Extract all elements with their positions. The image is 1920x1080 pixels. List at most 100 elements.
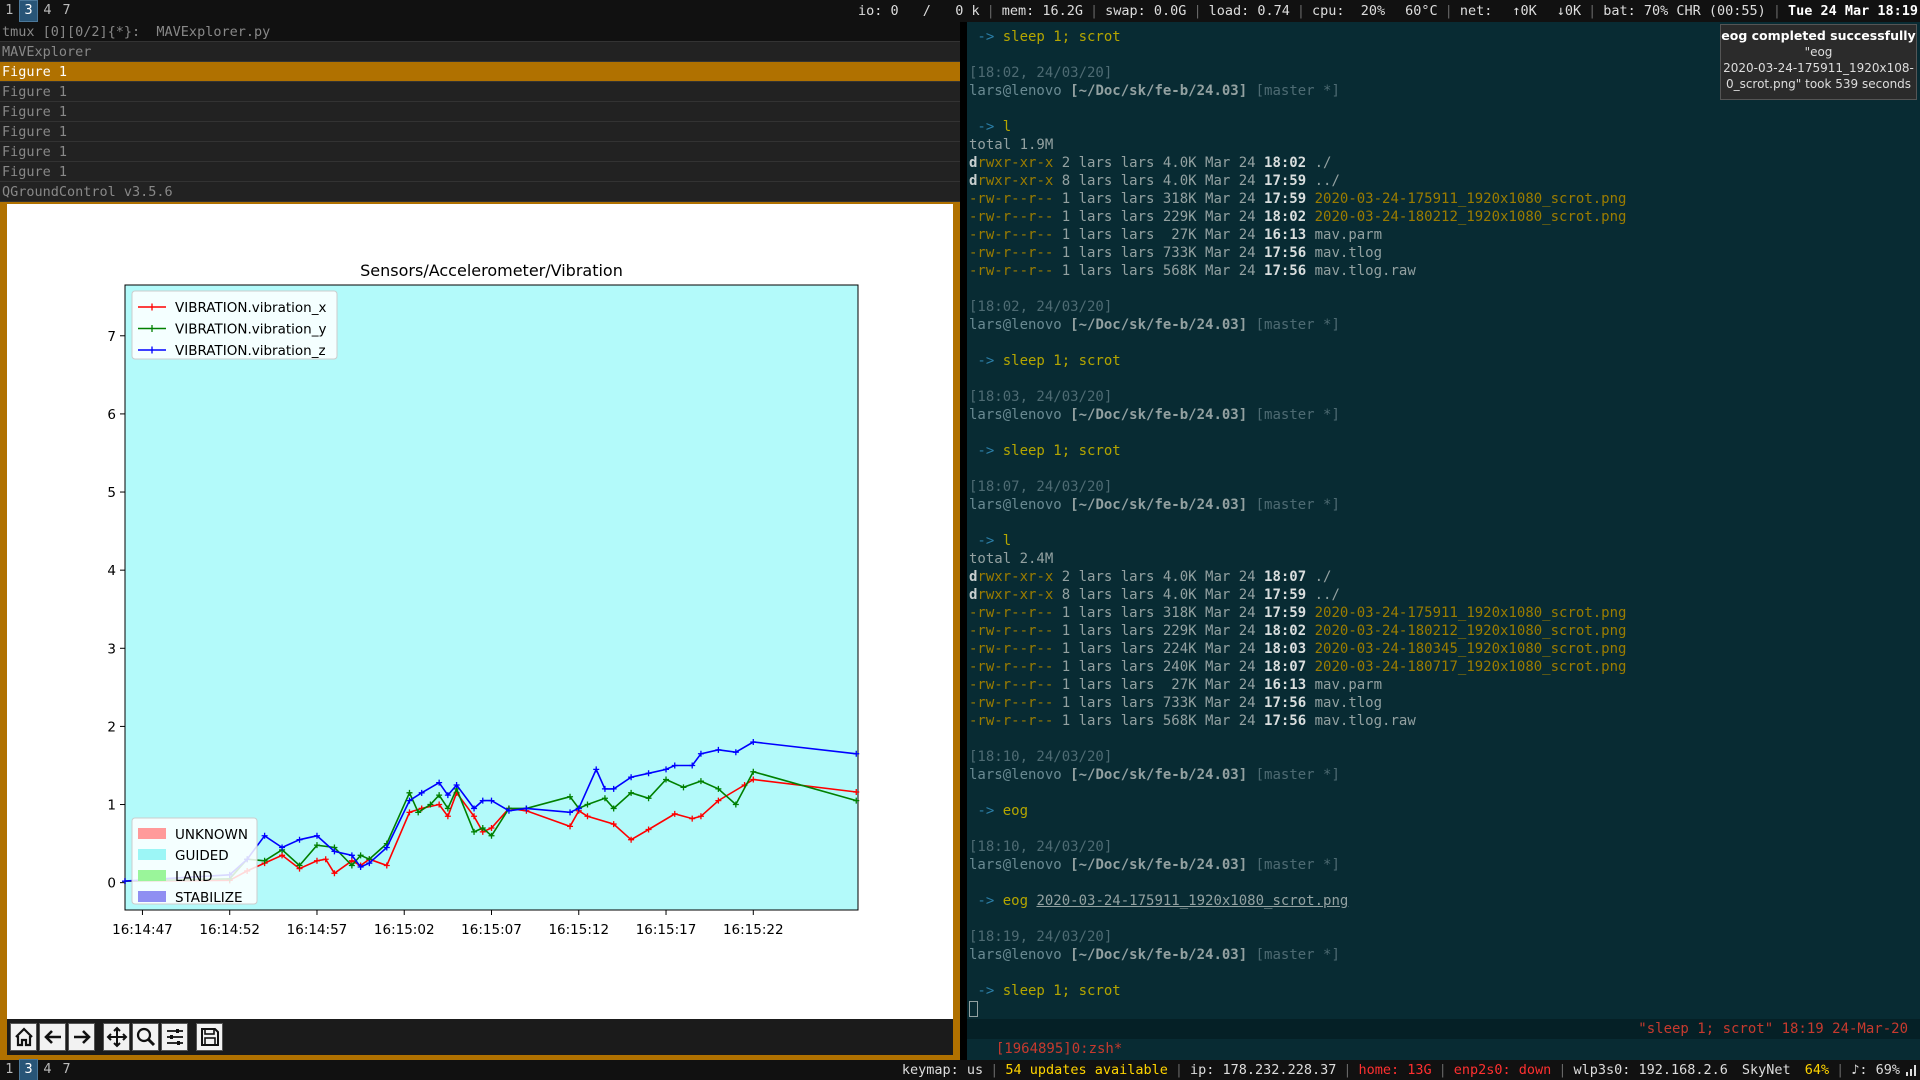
figure-canvas[interactable]: Sensors/Accelerometer/Vibration 0 1 2 3 4 5 6 7 1… (7, 204, 953, 1019)
load-status: load: 0.74 (1208, 3, 1290, 19)
terminal-text: [master *] (1247, 857, 1340, 873)
tmux-window-list[interactable]: [1964895]0:zsh* (996, 1041, 1122, 1057)
net-status: net: (1459, 3, 1493, 19)
y-tick-label: 2 (107, 719, 116, 735)
terminal-output: -> sleep 1; scrot [18:02, 24/03/20] lars@l… (969, 28, 1920, 1000)
terminal-text: 1 lars lars 568K Mar 24 (1053, 713, 1265, 729)
terminal-text: total 2.4M (969, 551, 1054, 567)
terminal-text: 17:59 (1264, 605, 1307, 621)
terminal-text: 1 lars lars 318K Mar 24 (1053, 605, 1265, 621)
window-tab[interactable]: Figure 1 (0, 122, 960, 142)
x-tick-label: 16:15:17 (636, 922, 697, 938)
terminal-text: 2020-03-24-180717_1920x1080_scrot.png (1306, 659, 1627, 675)
terminal-line: -rw-r--r-- 1 lars lars 733K Mar 24 17:56… (969, 244, 1920, 262)
terminal-text: 17:56 (1264, 713, 1307, 729)
terminal-text: rwxr-xr-x (977, 155, 1054, 171)
mode-swatch-2 (138, 849, 166, 860)
notification-body-line3: 0_scrot.png" took 539 seconds (1725, 77, 1912, 91)
x-tick-label: 16:15:02 (374, 922, 435, 938)
terminal-text: [18:19, 24/03/20] (969, 929, 1113, 945)
terminal-window[interactable]: -> sleep 1; scrot [18:02, 24/03/20] lars@l… (967, 22, 1920, 1062)
terminal-text: 16:13 (1264, 677, 1307, 693)
window-tab[interactable]: Figure 1 (0, 82, 960, 102)
updates-status: 54 updates available (1005, 1062, 1168, 1078)
terminal-text: 18:02 (1264, 155, 1307, 171)
terminal-text: eog (1002, 803, 1029, 819)
configure-button[interactable] (161, 1023, 188, 1051)
terminal-text: sleep 1; scrot (1002, 983, 1121, 999)
terminal-text: -rw-r--r-- (969, 191, 1054, 207)
terminal-line: total 2.4M (969, 550, 1920, 568)
window-tab[interactable]: Figure 1 (0, 62, 960, 82)
window-tab[interactable]: Figure 1 (0, 162, 960, 182)
y-tick-label: 7 (107, 329, 116, 345)
forward-button[interactable] (68, 1023, 95, 1051)
home-button[interactable] (10, 1023, 37, 1051)
figure-toolbar (7, 1019, 953, 1055)
terminal-text: -rw-r--r-- (969, 677, 1054, 693)
terminal-text: [~/Doc/sk/fe-b/24.03] (1070, 83, 1248, 99)
terminal-text: mav.parm (1306, 677, 1383, 693)
zoom-button[interactable] (132, 1023, 159, 1051)
save-button[interactable] (196, 1023, 223, 1051)
terminal-text: 8 lars lars 4.0K Mar 24 (1053, 173, 1265, 189)
back-button[interactable] (39, 1023, 66, 1051)
window-tab[interactable]: tmux [0][0/2]{*}: MAVExplorer.py (0, 22, 960, 42)
terminal-text: [18:03, 24/03/20] (969, 389, 1113, 405)
window-tab[interactable]: MAVExplorer (0, 42, 960, 62)
terminal-line: -rw-r--r-- 1 lars lars 733K Mar 24 17:56… (969, 694, 1920, 712)
bottom-workspace-1[interactable]: 1 (0, 1060, 19, 1080)
x-tick-label: 16:14:47 (112, 922, 173, 938)
terminal-text: -rw-r--r-- (969, 713, 1054, 729)
mode-swatch-3 (138, 870, 166, 881)
top-workspace-1[interactable]: 1 (0, 1, 19, 21)
swap-status: swap: 0.0G (1105, 3, 1187, 19)
terminal-text: 17:56 (1264, 245, 1307, 261)
legend-label-2: VIBRATION.vibration_y (175, 322, 326, 338)
notification-body-line2: 2020-03-24-175911_1920x108- (1723, 61, 1914, 75)
legend-label-3: VIBRATION.vibration_z (175, 343, 326, 359)
ip-status: ip: 178.232.228.37 (1190, 1062, 1337, 1078)
legend-label-1: VIBRATION.vibration_x (175, 300, 326, 316)
terminal-text: 17:59 (1264, 191, 1307, 207)
window-tab[interactable]: QGroundControl v3.5.6 (0, 182, 960, 202)
net-down-status: ↓0K (1556, 3, 1582, 19)
terminal-text: 1 lars lars 318K Mar 24 (1053, 191, 1265, 207)
bottom-status-bar: 1347 keymap: us | 54 updates available |… (0, 1059, 1920, 1080)
window-tab[interactable]: Figure 1 (0, 142, 960, 162)
terminal-line: lars@lenovo [~/Doc/sk/fe-b/24.03] [maste… (969, 496, 1920, 514)
mode-label-3: LAND (175, 869, 213, 885)
terminal-text: 1 lars lars 27K Mar 24 (1053, 677, 1265, 693)
bottom-workspace-3[interactable]: 3 (19, 1059, 38, 1080)
terminal-line: [18:07, 24/03/20] (969, 478, 1920, 496)
terminal-line: -> eog (969, 802, 1920, 820)
terminal-text: total 1.9M (969, 137, 1054, 153)
terminal-text: -rw-r--r-- (969, 209, 1054, 225)
x-tick-label: 16:14:52 (199, 922, 260, 938)
notification-popup[interactable]: eog completed successfully "eog 2020-03-… (1720, 24, 1917, 100)
top-workspace-7[interactable]: 7 (57, 1, 76, 21)
terminal-line: -rw-r--r-- 1 lars lars 318K Mar 24 17:59… (969, 604, 1920, 622)
net-up-status: ↑0K (1512, 3, 1537, 19)
terminal-text: 1 lars lars 229K Mar 24 (1053, 209, 1265, 225)
terminal-text: [master *] (1247, 407, 1340, 423)
bottom-workspace-7[interactable]: 7 (57, 1060, 76, 1080)
window-tab[interactable]: Figure 1 (0, 102, 960, 122)
home-disk-status: home: 13G (1358, 1062, 1432, 1078)
terminal-text: 2020-03-24-180212_1920x1080_scrot.png (1306, 623, 1627, 639)
terminal-text: 18:07 (1264, 569, 1307, 585)
terminal-text: [18:10, 24/03/20] (969, 749, 1113, 765)
wifi-quality: 64% (1804, 1062, 1830, 1078)
top-workspace-4[interactable]: 4 (38, 1, 57, 21)
top-workspace-3[interactable]: 3 (19, 0, 38, 22)
terminal-cursor (969, 1001, 978, 1017)
terminal-text: 2020-03-24-180345_1920x1080_scrot.png (1306, 641, 1627, 657)
pan-button[interactable] (103, 1023, 130, 1051)
bottom-workspace-4[interactable]: 4 (38, 1060, 57, 1080)
y-tick-label: 1 (107, 798, 116, 814)
